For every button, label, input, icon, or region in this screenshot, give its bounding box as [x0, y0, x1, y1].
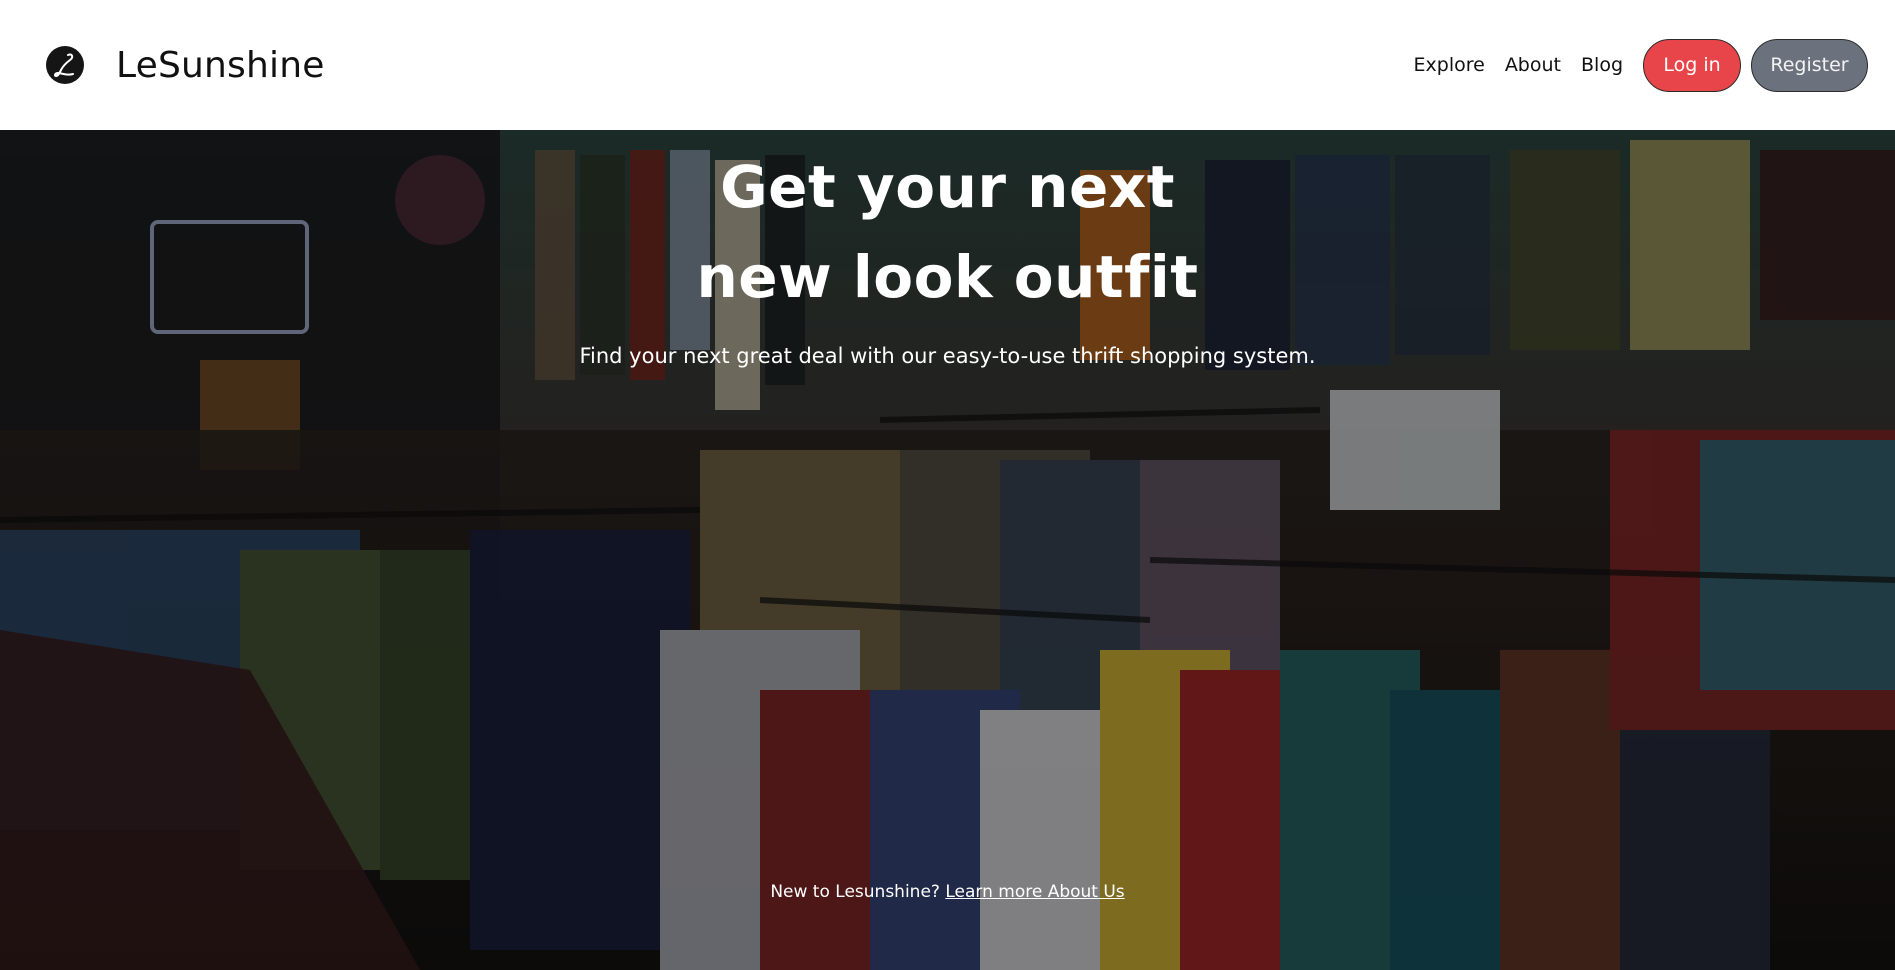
hero-footer-prefix: New to Lesunshine? — [770, 882, 946, 902]
hero-title-line2: new look outfit — [696, 243, 1199, 311]
hero-footer-text: New to Lesunshine? Learn more About Us — [0, 882, 1895, 902]
brand-logo-icon — [46, 46, 84, 84]
main-nav: Explore About Blog Log in Register — [1414, 38, 1868, 92]
brand-name: LeSunshine — [116, 44, 325, 86]
learn-more-about-link[interactable]: Learn more About Us — [945, 882, 1124, 902]
nav-link-blog[interactable]: Blog — [1581, 54, 1623, 76]
hero-section: Get your next new look outfit Find your … — [0, 130, 1895, 970]
hero-title-line1: Get your next — [720, 153, 1175, 221]
register-button[interactable]: Register — [1751, 38, 1868, 92]
site-header: LeSunshine Explore About Blog Log in Reg… — [0, 0, 1895, 130]
hero-subtitle: Find your next great deal with our easy-… — [579, 344, 1316, 368]
brand-home-link[interactable]: LeSunshine — [46, 45, 325, 86]
hero-content: Get your next new look outfit Find your … — [0, 130, 1895, 368]
hero-title: Get your next new look outfit — [0, 142, 1895, 322]
nav-link-about[interactable]: About — [1505, 54, 1561, 76]
login-button[interactable]: Log in — [1643, 38, 1741, 92]
nav-link-explore[interactable]: Explore — [1414, 54, 1485, 76]
